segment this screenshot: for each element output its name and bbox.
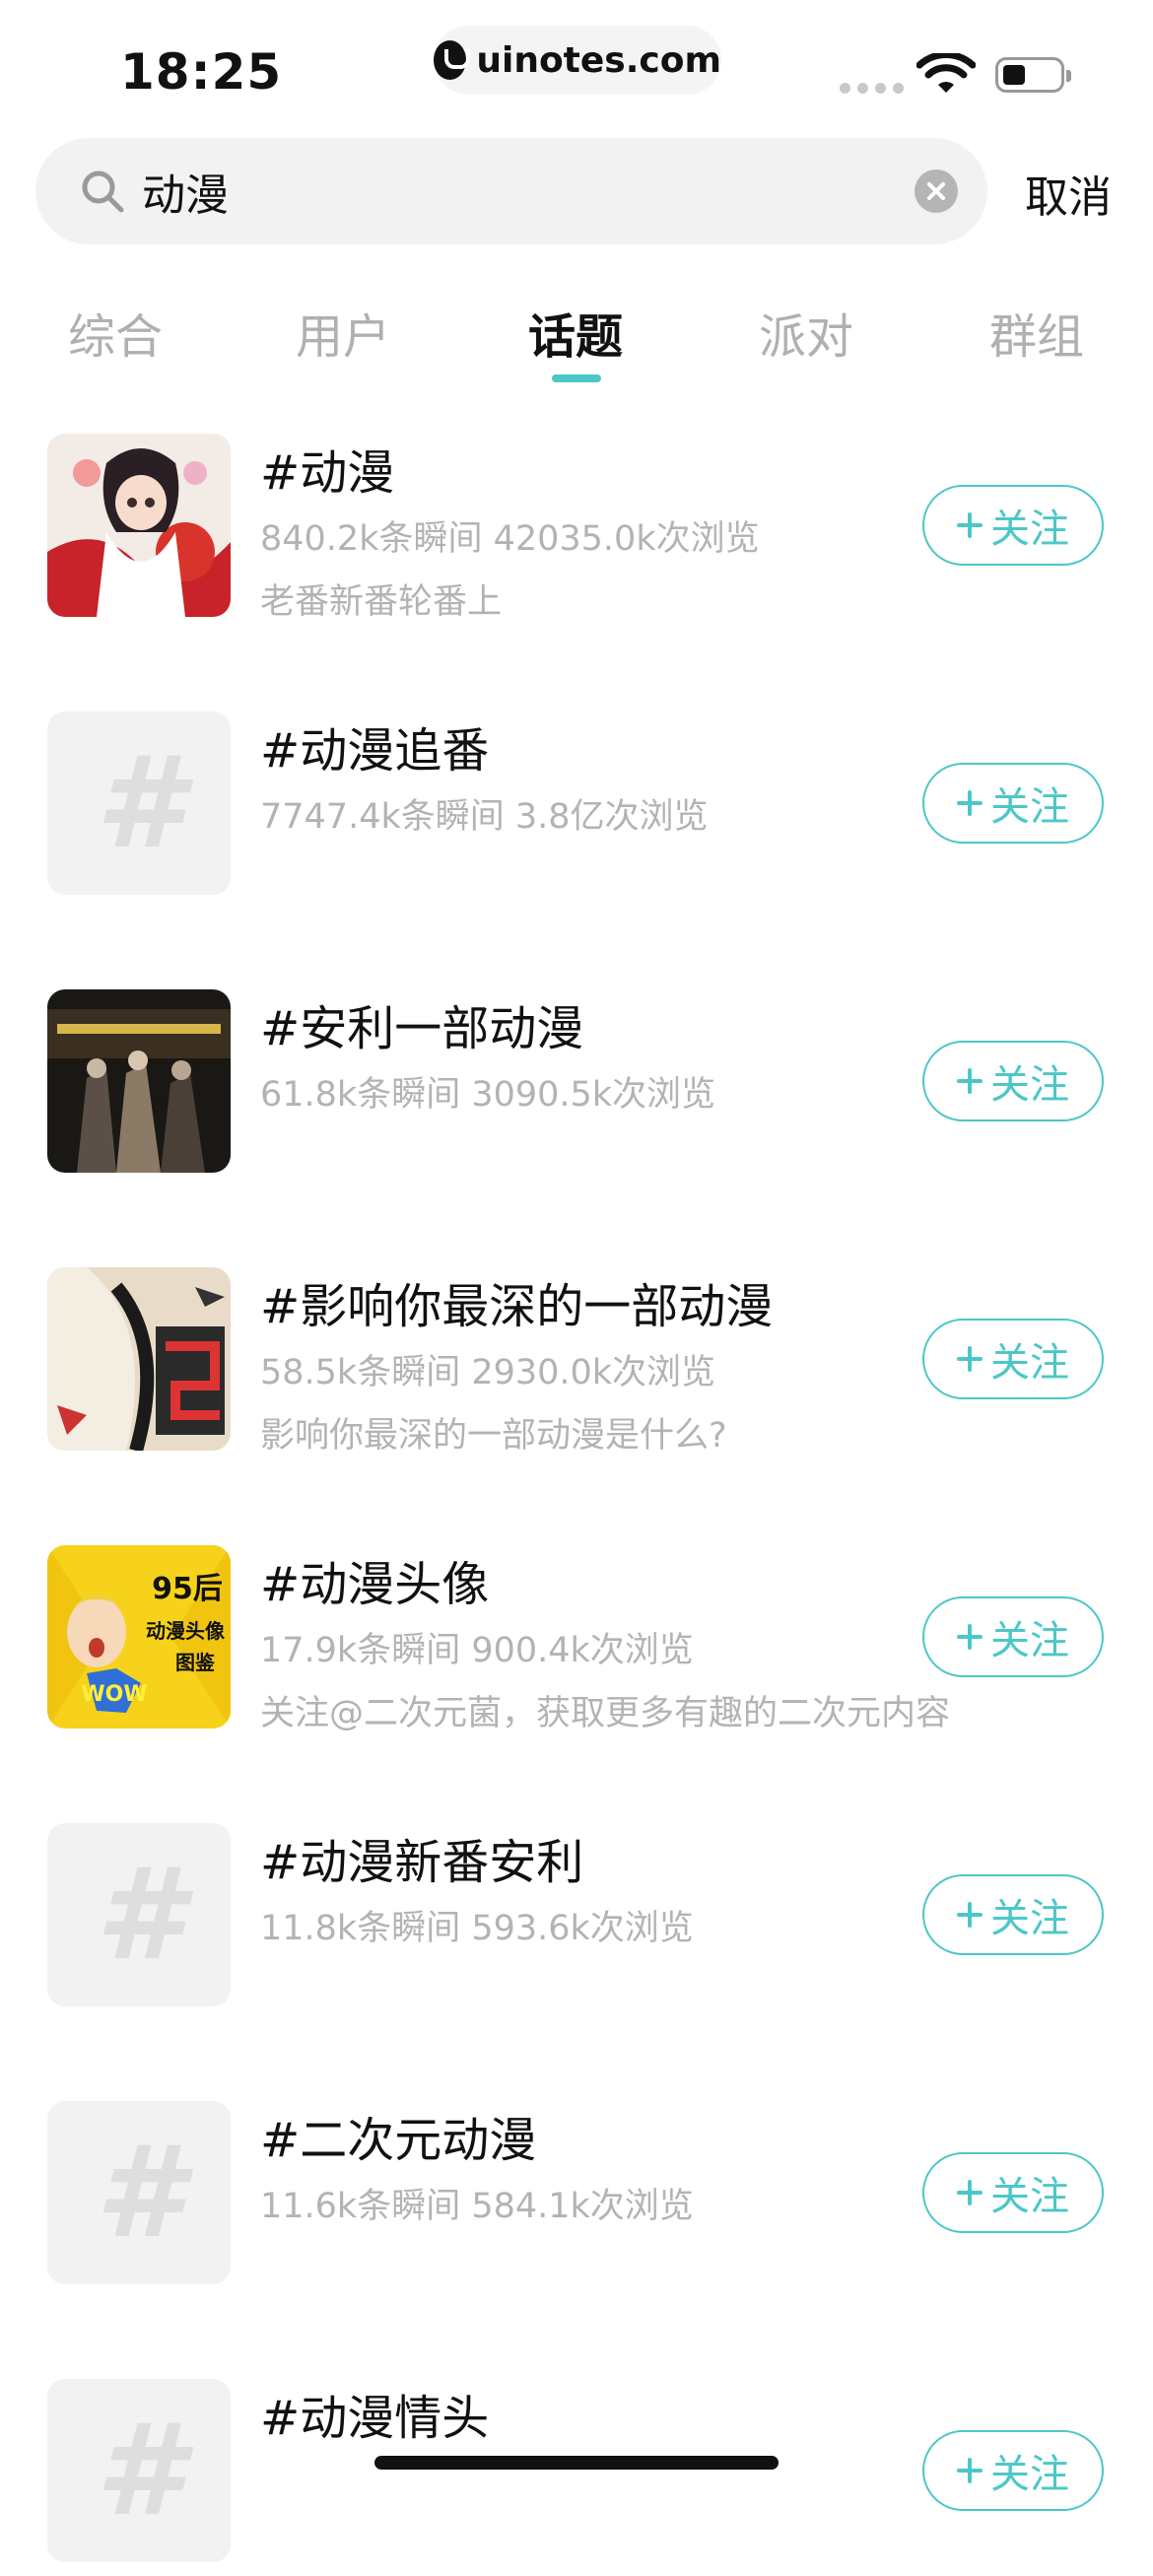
topic-thumbnail: 95后 动漫头像 图鉴 WOW (47, 1545, 231, 1729)
topic-stats: 7747.4k条瞬间 3.8亿次浏览 (260, 797, 709, 837)
active-tab-indicator (552, 374, 601, 382)
follow-label: 关注 (990, 2452, 1069, 2497)
topic-row[interactable]: # #二次元动漫 11.6k条瞬间 584.1k次浏览 关注 (0, 2101, 1153, 2298)
plus-icon (957, 1902, 983, 1928)
tab-general[interactable]: 综合 (27, 298, 204, 367)
topic-thumbnail: # (47, 2101, 231, 2284)
follow-button[interactable]: 关注 (922, 1319, 1104, 1399)
topic-row[interactable]: #影响你最深的一部动漫 58.5k条瞬间 2930.0k次浏览 影响你最深的一部… (0, 1267, 1153, 1464)
topic-description: 关注@二次元菌，获取更多有趣的二次元内容 (260, 1694, 951, 1733)
topic-row[interactable]: # #动漫新番安利 11.8k条瞬间 593.6k次浏览 关注 (0, 1823, 1153, 2020)
topic-row[interactable]: #安利一部动漫 61.8k条瞬间 3090.5k次浏览 关注 (0, 989, 1153, 1186)
dark-poster-image (47, 989, 231, 1173)
follow-label: 关注 (990, 507, 1069, 552)
clear-icon[interactable] (915, 169, 958, 213)
topic-thumbnail: # (47, 2379, 231, 2562)
tab-users[interactable]: 用户 (254, 298, 432, 367)
topic-row[interactable]: # #动漫情头 关注 (0, 2379, 1153, 2576)
topic-row[interactable]: # #动漫追番 7747.4k条瞬间 3.8亿次浏览 关注 (0, 712, 1153, 909)
thumb-text: 图鉴 (175, 1651, 216, 1674)
topic-title: #动漫追番 (260, 723, 490, 779)
topic-title: #二次元动漫 (260, 2113, 537, 2168)
follow-button[interactable]: 关注 (922, 485, 1104, 566)
follow-button[interactable]: 关注 (922, 1874, 1104, 1955)
follow-label: 关注 (990, 1340, 1069, 1386)
plus-icon (957, 1624, 983, 1650)
topic-title: #动漫 (260, 445, 395, 501)
comic-wow-image: 95后 动漫头像 图鉴 WOW (47, 1545, 231, 1729)
follow-button[interactable]: 关注 (922, 2152, 1104, 2233)
anime-girl-art-image (47, 434, 231, 617)
follow-label: 关注 (990, 1896, 1069, 1941)
follow-button[interactable]: 关注 (922, 763, 1104, 844)
topic-row[interactable]: 95后 动漫头像 图鉴 WOW #动漫头像 17.9k条瞬间 900.4k次浏览… (0, 1545, 1153, 1742)
cellular-signal-icon (840, 83, 904, 94)
url-pill[interactable]: uinotes.com (434, 26, 721, 95)
hash-placeholder-icon: # (95, 2397, 183, 2544)
follow-label: 关注 (990, 2174, 1069, 2219)
thumb-text: WOW (81, 1682, 147, 1707)
plus-icon (957, 2458, 983, 2483)
search-bar[interactable] (35, 138, 987, 244)
topic-thumbnail (47, 1267, 231, 1451)
topic-stats: 61.8k条瞬间 3090.5k次浏览 (260, 1075, 716, 1115)
topic-thumbnail (47, 989, 231, 1173)
follow-label: 关注 (990, 1062, 1069, 1108)
thumb-text: 动漫头像 (146, 1619, 226, 1643)
status-bar: 18:25 uinotes.com (0, 0, 1153, 128)
site-logo-icon (434, 40, 471, 80)
topic-title: #动漫情头 (260, 2391, 490, 2446)
topic-stats: 58.5k条瞬间 2930.0k次浏览 (260, 1353, 716, 1392)
follow-button[interactable]: 关注 (922, 1041, 1104, 1121)
topic-description: 老番新番轮番上 (260, 582, 503, 622)
plus-icon (957, 1068, 983, 1094)
tab-topics[interactable]: 话题 (487, 298, 664, 382)
topic-thumbnail: # (47, 712, 231, 895)
topic-stats: 11.6k条瞬间 584.1k次浏览 (260, 2187, 694, 2226)
topic-row[interactable]: #动漫 840.2k条瞬间 42035.0k次浏览 老番新番轮番上 关注 (0, 434, 1153, 631)
hash-placeholder-icon: # (95, 2119, 183, 2267)
graffiti-art-image (47, 1267, 231, 1451)
topic-thumbnail (47, 434, 231, 617)
tab-topics-label: 话题 (527, 309, 623, 365)
topic-stats: 840.2k条瞬间 42035.0k次浏览 (260, 519, 760, 559)
wifi-icon (916, 53, 976, 93)
follow-label: 关注 (990, 1618, 1069, 1663)
cancel-button[interactable]: 取消 (1025, 162, 1112, 225)
plus-icon (957, 2180, 983, 2205)
category-tabs: 综合 用户 话题 派对 群组 (0, 286, 1153, 384)
hash-placeholder-icon: # (95, 1841, 183, 1989)
status-time: 18:25 (120, 43, 283, 101)
thumb-text: 95后 (152, 1572, 223, 1606)
hash-placeholder-icon: # (95, 729, 183, 877)
topic-title: #安利一部动漫 (260, 1001, 584, 1056)
topic-title: #影响你最深的一部动漫 (260, 1279, 774, 1334)
topic-thumbnail: # (47, 1823, 231, 2006)
follow-label: 关注 (990, 784, 1069, 830)
topic-stats: 17.9k条瞬间 900.4k次浏览 (260, 1631, 694, 1670)
plus-icon (957, 512, 983, 538)
topic-title: #动漫头像 (260, 1557, 490, 1612)
url-text: uinotes.com (476, 39, 721, 81)
search-input[interactable] (142, 162, 911, 221)
topic-description: 影响你最深的一部动漫是什么? (260, 1416, 727, 1456)
follow-button[interactable]: 关注 (922, 2430, 1104, 2511)
follow-button[interactable]: 关注 (922, 1596, 1104, 1677)
topic-stats: 11.8k条瞬间 593.6k次浏览 (260, 1909, 694, 1948)
home-indicator (374, 2456, 779, 2470)
topic-title: #动漫新番安利 (260, 1835, 584, 1890)
tab-party[interactable]: 派对 (717, 298, 895, 367)
search-icon (82, 170, 124, 213)
plus-icon (957, 790, 983, 816)
battery-icon (995, 57, 1071, 93)
plus-icon (957, 1346, 983, 1372)
tab-groups[interactable]: 群组 (948, 298, 1125, 367)
